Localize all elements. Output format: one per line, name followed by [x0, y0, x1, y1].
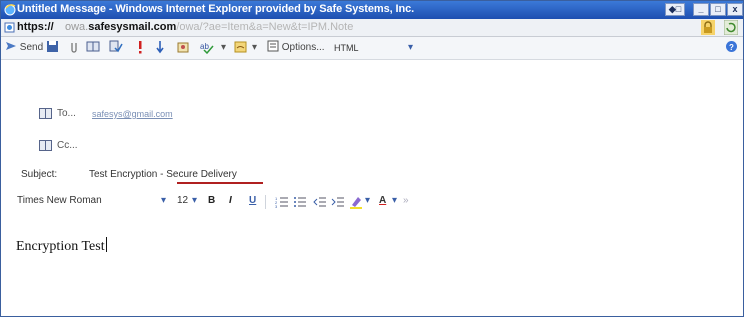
signature-icon	[234, 41, 247, 53]
maximize-button[interactable]: □	[710, 3, 726, 16]
minimize-button[interactable]: _	[693, 3, 709, 16]
svg-text:?: ?	[729, 43, 734, 52]
increase-indent-icon[interactable]	[331, 196, 345, 208]
svg-text:3: 3	[275, 204, 278, 208]
format-select-value: HTML	[334, 43, 359, 53]
close-button[interactable]: x	[727, 3, 743, 16]
signature-dropdown[interactable]: ▾	[252, 40, 257, 56]
ie-logo-icon	[4, 4, 16, 16]
check-names-icon	[109, 40, 123, 53]
font-name-dropdown-icon[interactable]: ▾	[161, 195, 166, 206]
underline-button[interactable]: U	[249, 195, 256, 206]
address-book-icon	[86, 41, 100, 52]
url-scheme: https://	[17, 21, 54, 33]
permissions-button[interactable]	[176, 40, 190, 56]
refresh-icon[interactable]	[724, 20, 738, 35]
high-importance-button[interactable]	[136, 40, 144, 56]
lock-icon[interactable]	[701, 20, 715, 35]
message-toolbar: Send ab ▾ ▾ Options... HTML ▾ ?	[1, 37, 743, 60]
address-bar[interactable]: https:// owa.safesysmail.com/owa/?ae=Ite…	[1, 19, 743, 37]
message-body[interactable]: Encryption Test	[16, 237, 107, 255]
help-button[interactable]: ?	[725, 40, 738, 56]
font-name-select[interactable]: Times New Roman	[17, 195, 102, 206]
message-body-text: Encryption Test	[16, 239, 105, 254]
subject-field[interactable]: Test Encryption - Secure Delivery	[89, 169, 237, 180]
paperclip-icon	[71, 43, 77, 53]
attach-button[interactable]	[69, 40, 79, 56]
bullet-list-icon[interactable]	[293, 196, 307, 208]
insert-signature-button[interactable]	[234, 40, 248, 56]
subject-label: Subject:	[21, 169, 58, 180]
window-title: Untitled Message - Windows Internet Expl…	[17, 3, 415, 15]
browser-window: Untitled Message - Windows Internet Expl…	[0, 0, 744, 317]
highlight-dropdown-icon[interactable]: ▾	[365, 195, 370, 206]
address-book-button[interactable]	[86, 40, 100, 56]
spelling-button[interactable]: ab	[199, 40, 215, 56]
down-arrow-icon	[156, 41, 164, 54]
page-icon	[4, 22, 15, 33]
bold-button[interactable]: B	[208, 195, 215, 206]
restore-alt-button[interactable]: ◆□	[665, 3, 685, 16]
help-icon: ?	[726, 41, 737, 52]
cc-address-book-icon[interactable]	[39, 140, 52, 151]
low-importance-button[interactable]	[156, 40, 164, 56]
to-recipient[interactable]: safesys@gmail.com	[92, 109, 173, 119]
title-bar: Untitled Message - Windows Internet Expl…	[1, 1, 743, 19]
font-size-select[interactable]: 12	[177, 195, 188, 206]
spelling-dropdown[interactable]: ▾	[221, 40, 226, 56]
exclamation-icon	[139, 41, 142, 54]
options-icon	[267, 40, 279, 52]
save-button[interactable]	[46, 40, 59, 56]
options-button[interactable]: Options...	[267, 40, 325, 56]
italic-button[interactable]: I	[229, 195, 232, 206]
decrease-indent-icon[interactable]	[313, 196, 327, 208]
font-size-dropdown-icon[interactable]: ▾	[192, 195, 197, 206]
url-text[interactable]: owa.safesysmail.com/owa/?ae=Item&a=New&t…	[65, 21, 353, 33]
save-icon	[47, 41, 58, 52]
url-domain: safesysmail.com	[88, 21, 177, 33]
format-select-arrow-icon[interactable]: ▾	[408, 40, 413, 56]
svg-text:ab: ab	[200, 42, 209, 51]
more-formatting-icon[interactable]: »	[403, 195, 409, 206]
cc-button[interactable]: Cc...	[57, 140, 78, 151]
font-color-dropdown-icon[interactable]: ▾	[392, 195, 397, 206]
subject-annotation-underline	[177, 182, 263, 184]
toolbar-separator	[265, 195, 266, 209]
url-domain-prefix: owa.	[65, 21, 89, 33]
format-select[interactable]: HTML	[334, 40, 359, 56]
highlight-icon[interactable]	[349, 195, 363, 209]
permissions-icon	[177, 42, 189, 53]
send-button[interactable]: Send	[5, 40, 43, 56]
options-label: Options...	[281, 42, 325, 53]
spell-check-icon: ab	[200, 42, 214, 54]
send-icon	[6, 42, 16, 50]
to-button[interactable]: To...	[57, 108, 76, 119]
formatting-toolbar: Times New Roman ▾ 12 ▾ B I U 123 ▾ A ▾ »	[1, 191, 743, 213]
send-label: Send	[19, 42, 44, 53]
text-cursor	[105, 237, 107, 252]
to-address-book-icon[interactable]	[39, 108, 52, 119]
numbered-list-icon[interactable]: 123	[275, 196, 289, 208]
check-names-button[interactable]	[109, 40, 123, 56]
url-path: /owa/?ae=Item&a=New&t=IPM.Note	[176, 21, 354, 33]
font-color-button[interactable]: A	[379, 195, 386, 206]
